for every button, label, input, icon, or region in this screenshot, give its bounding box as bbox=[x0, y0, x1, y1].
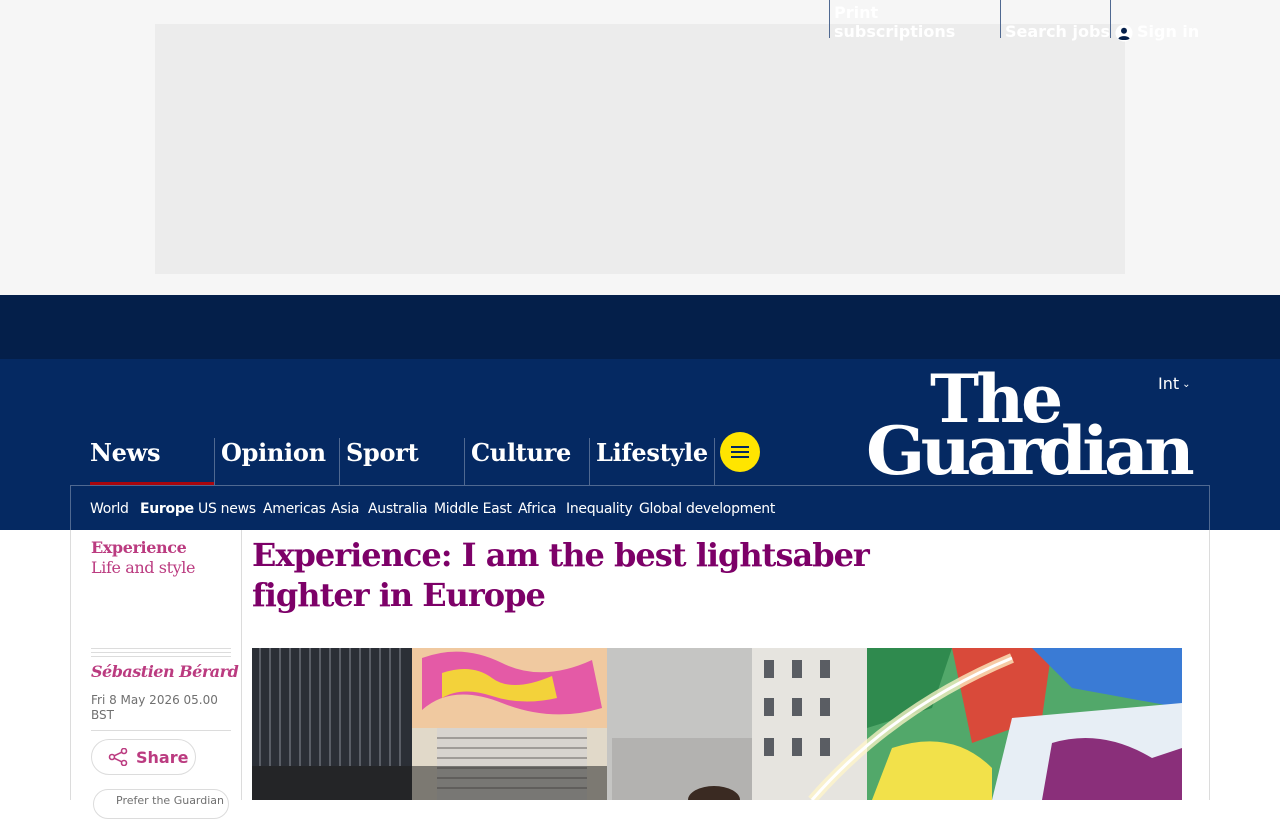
hero-image[interactable] bbox=[252, 648, 1182, 800]
subnav-global-development[interactable]: Global development bbox=[639, 501, 775, 517]
pillar-news[interactable]: News bbox=[90, 438, 214, 486]
subnav-africa[interactable]: Africa bbox=[518, 501, 556, 517]
section-link[interactable]: Life and style bbox=[91, 558, 195, 577]
subnav-inequality[interactable]: Inequality bbox=[566, 501, 633, 517]
subnav-americas[interactable]: Americas bbox=[263, 501, 326, 517]
utility-bar bbox=[0, 295, 1280, 359]
guardian-logo[interactable]: The Guardian bbox=[866, 366, 1196, 478]
menu-button[interactable] bbox=[720, 432, 760, 472]
column-divider bbox=[241, 530, 242, 800]
series-link[interactable]: Experience bbox=[91, 538, 187, 557]
pillar-culture[interactable]: Culture bbox=[464, 438, 589, 485]
meta-divider bbox=[91, 648, 231, 660]
pillar-sport[interactable]: Sport bbox=[339, 438, 464, 485]
advertisement-band bbox=[0, 0, 1280, 295]
sign-in-label: Sign in bbox=[1137, 22, 1200, 41]
subnav-europe[interactable]: Europe bbox=[140, 501, 194, 517]
date-divider bbox=[91, 730, 231, 731]
publish-date: Fri 8 May 2026 05.00 BST bbox=[91, 693, 218, 722]
print-subscriptions-label: Print subscriptions bbox=[834, 3, 956, 41]
subnav-asia[interactable]: Asia bbox=[331, 501, 359, 517]
subnav-australia[interactable]: Australia bbox=[368, 501, 428, 517]
hero-image-graphic bbox=[252, 648, 1182, 800]
logo-word-guardian: Guardian bbox=[866, 412, 1194, 478]
search-jobs-link[interactable]: Search jobs bbox=[1000, 0, 1110, 41]
prefer-source-label: Prefer the Guardian bbox=[116, 794, 225, 807]
subnav-us-news[interactable]: US news bbox=[198, 501, 256, 517]
subnav-middle-east[interactable]: Middle East bbox=[434, 501, 512, 517]
subnav-world[interactable]: World bbox=[90, 501, 129, 517]
share-icon bbox=[108, 748, 128, 766]
user-icon bbox=[1115, 24, 1133, 42]
share-button[interactable]: Share bbox=[91, 739, 196, 775]
prefer-source-button[interactable]: Prefer the Guardian bbox=[93, 789, 229, 819]
search-jobs-label: Search jobs bbox=[1005, 22, 1110, 41]
sign-in-link[interactable]: Sign in bbox=[1110, 0, 1210, 42]
share-label: Share bbox=[136, 747, 189, 767]
advertisement-slot[interactable] bbox=[155, 24, 1125, 274]
pillar-lifestyle[interactable]: Lifestyle bbox=[589, 438, 714, 485]
pillar-opinion[interactable]: Opinion bbox=[214, 438, 339, 485]
author-byline[interactable]: Sébastien Bérard bbox=[91, 662, 239, 681]
hamburger-icon bbox=[731, 446, 749, 458]
print-subscriptions-link[interactable]: Print subscriptions bbox=[829, 0, 1000, 41]
article-headline: Experience: I am the best lightsaber fig… bbox=[252, 536, 870, 614]
